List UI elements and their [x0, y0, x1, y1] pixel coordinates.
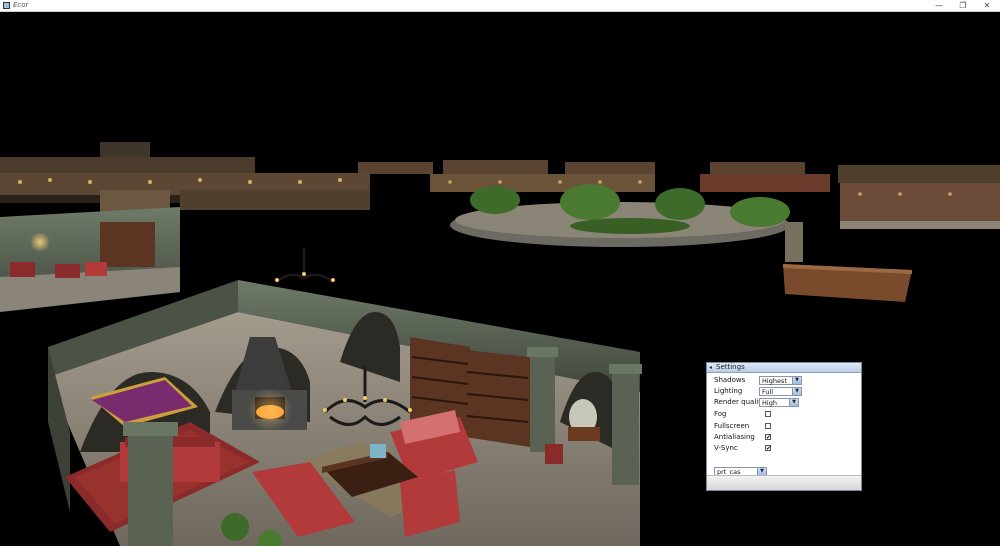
lighting-row: Lighting Full ▼ — [714, 386, 859, 396]
render-quality-row: Render quality High ▼ — [714, 397, 859, 407]
chevron-down-icon: ▼ — [792, 388, 801, 395]
close-button[interactable]: ✕ — [976, 0, 998, 11]
shadows-row: Shadows Highest ▼ — [714, 375, 859, 385]
minimize-button[interactable]: — — [928, 0, 950, 11]
lighting-value: Full — [762, 388, 774, 396]
render-quality-value: High — [762, 399, 777, 407]
vsync-label: V-Sync — [714, 444, 738, 452]
chandelier-small — [275, 248, 335, 283]
garden-island — [450, 184, 803, 262]
chevron-down-icon: ▼ — [757, 468, 766, 475]
chevron-down-icon: ▼ — [792, 377, 801, 384]
shadows-dropdown[interactable]: Highest ▼ — [759, 376, 802, 385]
fullscreen-row: Fullscreen — [714, 421, 859, 431]
fog-row: Fog — [714, 409, 859, 419]
side-room-left — [0, 207, 180, 312]
render-quality-dropdown[interactable]: High ▼ — [759, 398, 799, 407]
wooden-platform — [783, 264, 912, 302]
lighting-label: Lighting — [714, 387, 743, 395]
distant-rooms-center — [358, 160, 655, 192]
antialiasing-row: Antialiasing ✔ — [714, 432, 859, 442]
restore-button[interactable]: ❐ — [952, 0, 974, 11]
window-titlebar: Ecor — ❐ ✕ — [0, 0, 1000, 12]
collapse-icon[interactable]: ◂ — [709, 364, 712, 371]
fog-label: Fog — [714, 410, 727, 418]
check-icon: ✔ — [766, 434, 772, 441]
render-quality-label: Render quality — [714, 398, 766, 406]
antialiasing-checkbox[interactable]: ✔ — [765, 434, 772, 441]
settings-panel-footer — [707, 475, 861, 490]
app-icon — [3, 2, 10, 9]
main-room — [48, 280, 642, 546]
distant-rooms-left — [0, 142, 370, 220]
vsync-row: V-Sync ✔ — [714, 443, 859, 453]
vsync-checkbox[interactable]: ✔ — [765, 445, 772, 452]
window-title: Ecor — [13, 1, 29, 9]
check-icon: ✔ — [766, 445, 772, 452]
settings-panel-header[interactable]: ◂ Settings — [707, 363, 861, 373]
antialiasing-label: Antialiasing — [714, 433, 755, 441]
settings-panel: ◂ Settings Shadows Highest ▼ Lighting Fu… — [706, 362, 862, 491]
settings-title: Settings — [716, 363, 745, 371]
fullscreen-label: Fullscreen — [714, 422, 750, 430]
shadows-label: Shadows — [714, 376, 746, 384]
fog-checkbox[interactable] — [765, 411, 771, 417]
chevron-down-icon: ▼ — [789, 399, 798, 406]
shadows-value: Highest — [762, 377, 787, 385]
fullscreen-checkbox[interactable] — [765, 423, 771, 429]
lighting-dropdown[interactable]: Full ▼ — [759, 387, 802, 396]
